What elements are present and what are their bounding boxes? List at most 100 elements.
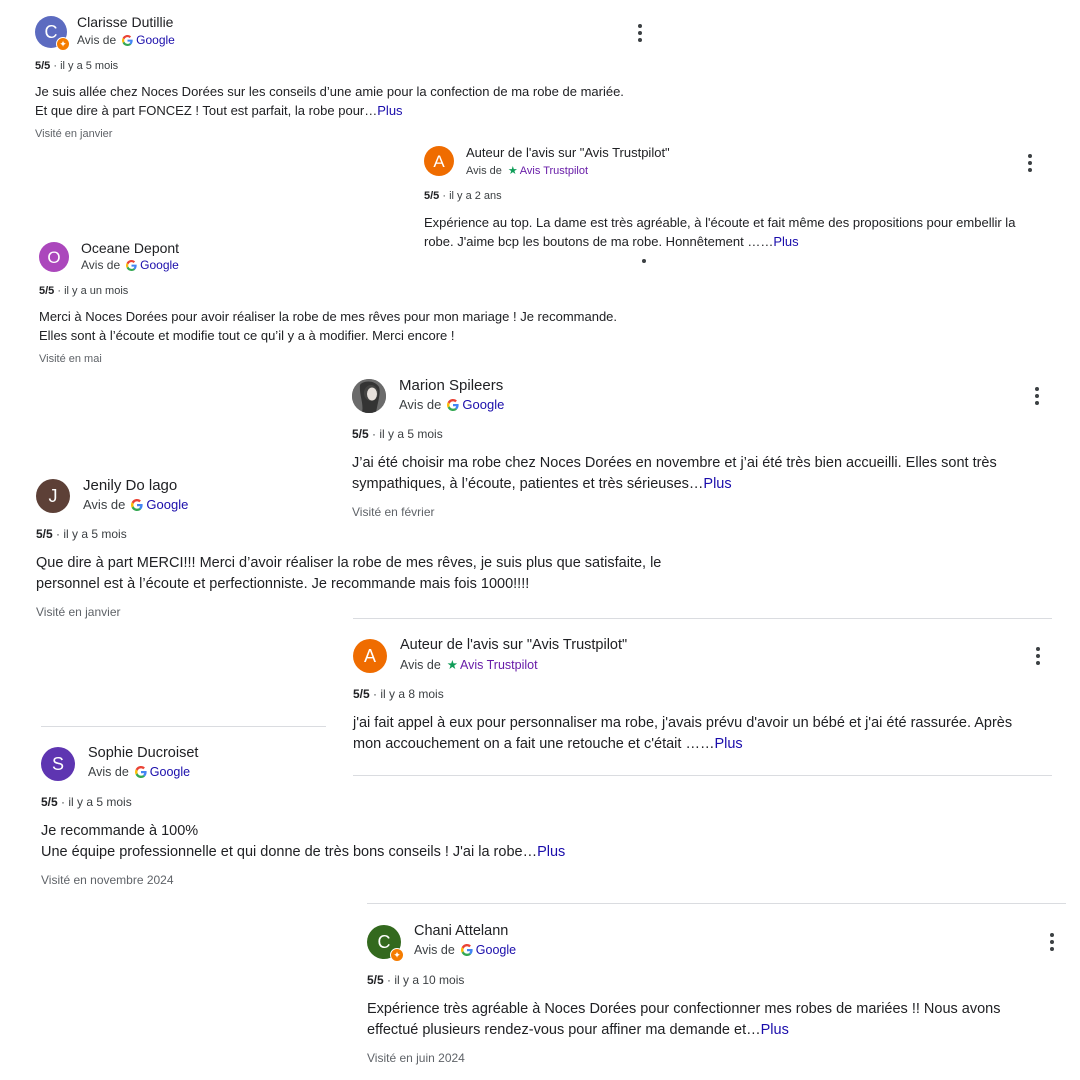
review-meta: 5/5 · il y a 5 mois [36,527,127,541]
source-google-link[interactable]: Google [476,943,516,957]
avatar-initial: C [44,22,58,42]
review-text-line: Elles sont à l’écoute et modifie tout ce… [39,328,455,343]
rating: 5/5 [424,190,440,202]
more-options-icon[interactable] [1050,933,1054,951]
review-source: Avis de Google [414,943,516,957]
review-source: Avis de Google [77,33,175,47]
source-google-link[interactable]: Google [150,765,190,779]
review-time: il y a 5 mois [60,60,119,72]
author-name[interactable]: Clarisse Dutillie [77,14,173,30]
more-link[interactable]: Plus [714,736,742,752]
review-meta: 5/5 · il y a 5 mois [35,60,119,72]
rating: 5/5 [353,687,370,701]
source-google-link[interactable]: Google [146,497,188,512]
visited-date: Visité en juin 2024 [367,1051,465,1065]
review-meta: 5/5 · il y a 8 mois [353,687,444,701]
avis-de-label: Avis de [414,943,455,957]
source-google-link[interactable]: Google [140,258,179,272]
review-time: il y a 10 mois [394,973,465,987]
author-name[interactable]: Auteur de l'avis sur "Avis Trustpilot" [466,145,670,160]
review-text: Que dire à part MERCI!!! Merci d’avoir r… [36,553,716,595]
google-g-icon [126,259,137,271]
avatar-initial: A [433,151,445,171]
avis-de-label: Avis de [466,164,502,177]
review-text-line: Je suis allée chez Noces Dorées sur les … [35,84,624,99]
avatar-initial: O [47,247,61,267]
review-meta: 5/5 · il y a 10 mois [367,973,465,987]
review-text-line: J’ai été choisir ma robe chez Noces Doré… [352,455,997,471]
author-name[interactable]: Oceane Depont [81,240,179,256]
avatar-initial: C [377,932,391,952]
more-options-icon[interactable] [1036,647,1040,665]
avatar[interactable]: A [424,146,454,176]
review-time: il y a un mois [64,285,129,297]
trustpilot-star-icon: ★ [507,165,518,177]
avatar[interactable]: C ✦ [35,16,70,51]
more-options-icon[interactable] [1035,387,1039,405]
review-meta: 5/5 · il y a 5 mois [41,795,132,809]
google-g-icon [134,766,147,778]
author-name[interactable]: Auteur de l'avis sur "Avis Trustpilot" [400,637,627,653]
review-header: A Auteur de l'avis sur "Avis Trustpilot"… [424,145,1044,185]
review-card: A Auteur de l'avis sur "Avis Trustpilot"… [353,637,1053,755]
review-header: O Oceane Depont Avis de Google [39,240,659,280]
rating: 5/5 [41,795,58,809]
local-guide-badge-icon: ✦ [390,948,404,962]
review-text-line: j'ai fait appel à eux pour personnaliser… [353,715,1013,731]
review-source: Avis de Google [399,397,504,412]
avatar[interactable]: S [41,747,75,781]
review-source: Avis de Google [88,765,190,779]
avatar-initial: A [363,646,376,666]
review-source: Avis de ★ Avis Trustpilot [400,657,538,673]
review-time: il y a 2 ans [449,190,502,202]
avatar[interactable]: O [39,242,69,272]
avatar[interactable]: J [36,479,70,513]
author-name[interactable]: Chani Attelann [414,923,508,939]
author-name[interactable]: Sophie Ducroiset [88,745,198,761]
review-divider [41,726,326,727]
review-time: il y a 5 mois [63,527,127,541]
more-link[interactable]: Plus [773,234,798,249]
more-options-icon[interactable] [638,24,642,42]
review-text-line: personnel est à l’écoute et perfectionni… [36,576,530,592]
more-options-icon[interactable] [1028,154,1032,172]
more-link[interactable]: Plus [377,103,402,118]
avis-de-label: Avis de [88,765,129,779]
source-trustpilot-link[interactable]: Avis Trustpilot [460,658,538,672]
review-card: J Jenily Do lago Avis de Google 5/5 · il… [36,477,716,619]
more-link[interactable]: Plus [537,844,565,860]
review-divider [367,903,1066,904]
review-card: A Auteur de l'avis sur "Avis Trustpilot"… [424,145,1044,251]
review-text-line: Une équipe professionnelle et qui donne … [41,844,566,860]
visited-date: Visité en mai [39,353,102,365]
review-header: J Jenily Do lago Avis de Google [36,477,716,519]
review-text: Je suis allée chez Noces Dorées sur les … [35,82,665,120]
review-header: C ✦ Chani Attelann Avis de Google [367,923,1067,965]
review-source: Avis de Google [83,497,188,512]
source-trustpilot-link[interactable]: Avis Trustpilot [520,165,588,177]
review-time: il y a 8 mois [380,687,444,701]
author-name[interactable]: Jenily Do lago [83,477,177,494]
source-google-link[interactable]: Google [462,397,504,412]
author-name[interactable]: Marion Spileers [399,377,503,394]
avis-de-label: Avis de [400,657,441,672]
review-divider [353,618,1052,619]
google-g-icon [131,498,144,511]
source-google-link[interactable]: Google [136,33,175,47]
more-link[interactable]: Plus [761,1022,789,1038]
review-card: C ✦ Chani Attelann Avis de Google 5/5 · … [367,923,1067,1065]
avatar[interactable] [352,379,386,413]
review-time: il y a 5 mois [379,427,443,441]
rating: 5/5 [352,427,369,441]
avis-de-label: Avis de [399,397,442,412]
review-card: S Sophie Ducroiset Avis de Google 5/5 · … [41,745,661,887]
google-g-icon [122,34,133,46]
avis-de-label: Avis de [83,497,126,512]
visited-date: Visité en janvier [35,128,113,140]
review-source: Avis de Google [81,258,179,272]
review-time: il y a 5 mois [68,795,132,809]
avatar[interactable]: A [353,639,387,673]
review-header: C ✦ Clarisse Dutillie Avis de Google [35,14,665,54]
review-meta: 5/5 · il y a un mois [39,285,129,297]
avatar[interactable]: C ✦ [367,925,404,962]
